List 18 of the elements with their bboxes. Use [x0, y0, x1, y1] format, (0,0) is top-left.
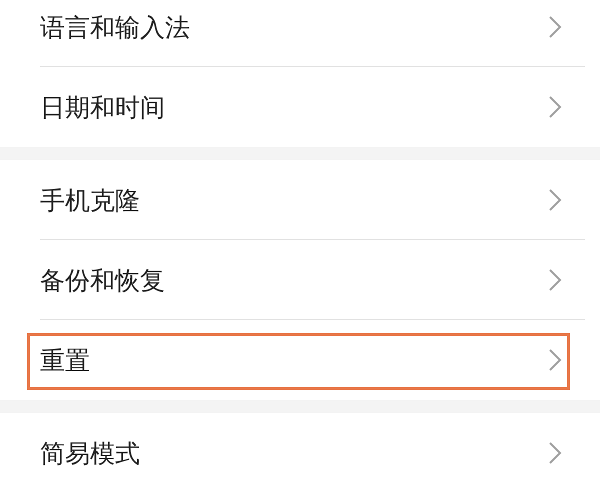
item-label: 重置 [40, 344, 91, 376]
settings-item[interactable]: 手机克隆 [0, 160, 600, 240]
item-label: 日期和时间 [40, 92, 166, 124]
settings-item[interactable]: 日期和时间 [0, 67, 600, 147]
chevron-icon [548, 15, 562, 39]
chevron-icon [548, 188, 562, 212]
chevron-icon [548, 95, 562, 119]
settings-item[interactable]: 重置 [0, 320, 600, 400]
settings-item[interactable]: 语言和输入法 [0, 0, 600, 67]
item-label: 语言和输入法 [40, 12, 191, 44]
item-label: 手机克隆 [40, 184, 141, 216]
item-label: 备份和恢复 [40, 264, 166, 296]
chevron-icon [548, 441, 562, 465]
item-label: 简易模式 [40, 438, 141, 470]
settings-item[interactable]: 备份和恢复 [0, 240, 600, 320]
chevron-icon [548, 348, 562, 372]
settings-item[interactable]: 简易模式 [0, 413, 600, 484]
chevron-icon [548, 268, 562, 292]
